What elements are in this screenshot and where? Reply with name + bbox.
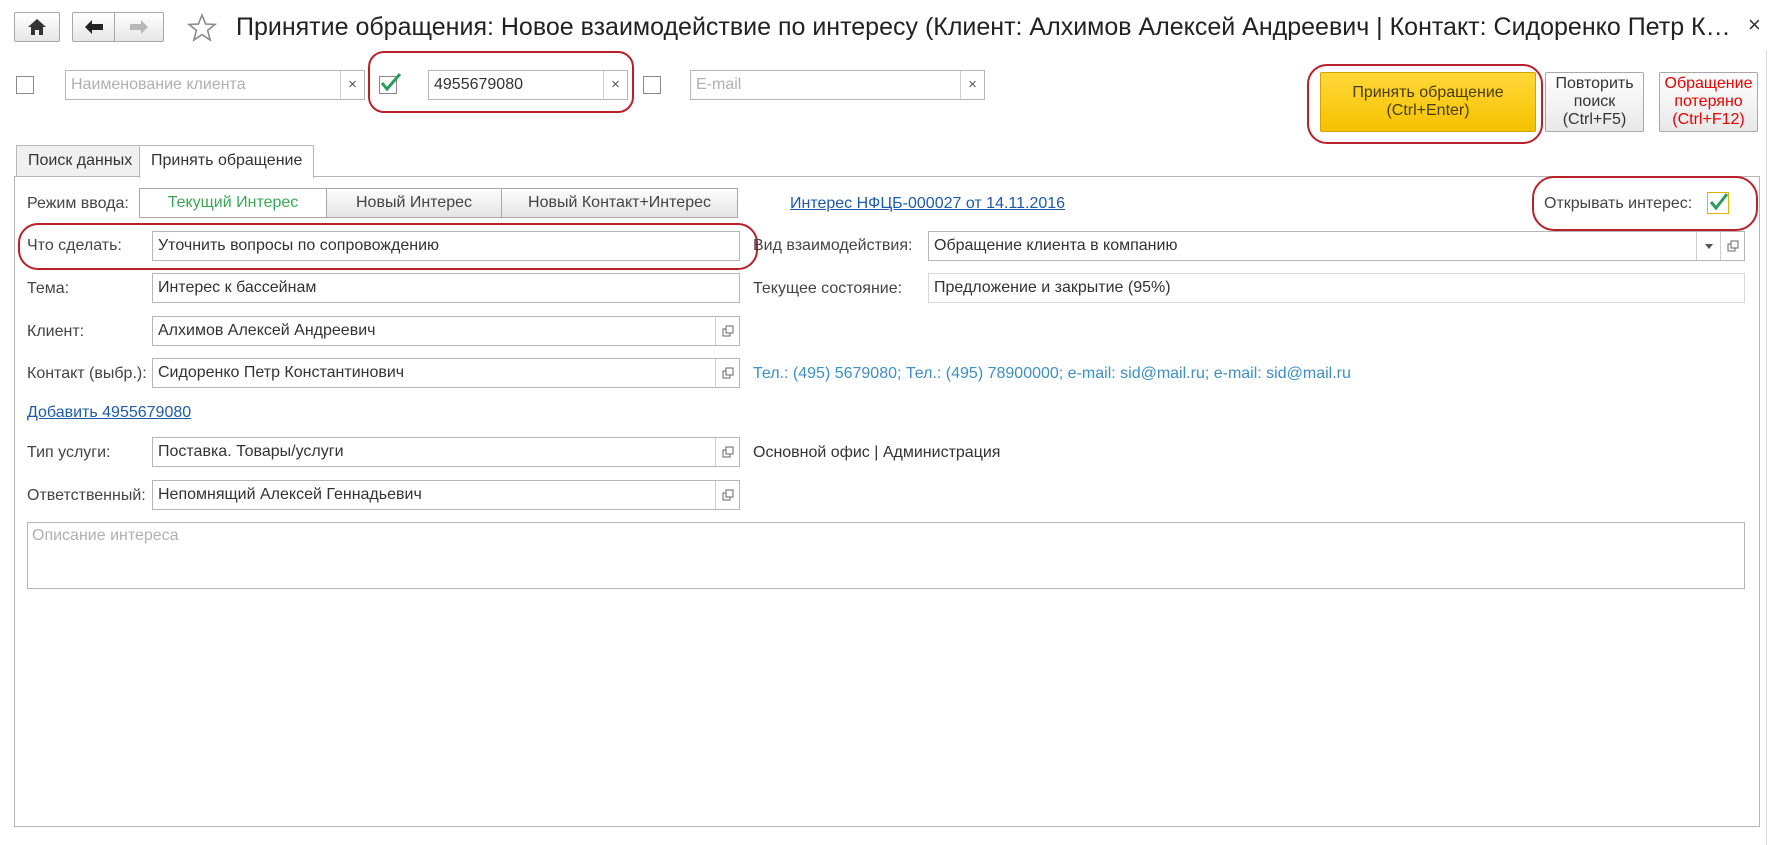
client-name-placeholder: Наименование клиента <box>71 76 246 93</box>
phone-checkbox[interactable] <box>379 73 402 94</box>
window-title: Принятие обращения: Новое взаимодействие… <box>236 13 1736 41</box>
responsible-input[interactable]: Непомнящий Алексей Геннадьевич <box>152 480 740 510</box>
interaction-type-label: Вид взаимодействия: <box>753 237 913 254</box>
accept-label-shortcut: (Ctrl+Enter) <box>1386 102 1470 119</box>
open-interest-checkbox[interactable] <box>1707 192 1729 214</box>
mode-current-interest-button[interactable]: Текущий Интерес <box>139 188 327 218</box>
repeat-label-3: (Ctrl+F5) <box>1562 111 1627 128</box>
lost-label-3: (Ctrl+F12) <box>1672 111 1745 128</box>
tab-search-data[interactable]: Поиск данных <box>16 145 145 177</box>
email-checkbox[interactable] <box>643 76 661 94</box>
accept-label-main: Принять обращение <box>1352 84 1504 101</box>
clear-client-name-icon[interactable]: × <box>340 71 364 99</box>
repeat-search-button[interactable]: Повторить поиск (Ctrl+F5) <box>1545 72 1644 132</box>
todo-label: Что сделать: <box>27 237 122 254</box>
service-type-value: Поставка. Товары/услуги <box>158 443 344 460</box>
topic-label: Тема: <box>27 280 70 297</box>
mode-new-interest-button[interactable]: Новый Интерес <box>326 188 502 218</box>
clear-email-icon[interactable]: × <box>960 71 984 99</box>
client-value: Алхимов Алексей Андреевич <box>158 322 376 339</box>
open-client-icon[interactable] <box>715 317 739 345</box>
todo-input[interactable]: Уточнить вопросы по сопровождению <box>152 231 740 261</box>
window-edge <box>1766 50 1767 845</box>
interaction-type-select[interactable]: Обращение клиента в компанию <box>928 231 1745 261</box>
checkmark-icon <box>1709 193 1729 211</box>
add-phone-link[interactable]: Добавить 4955679080 <box>27 403 191 423</box>
open-form-icon[interactable] <box>1720 232 1744 260</box>
back-button[interactable] <box>72 12 114 42</box>
arrow-left-icon <box>84 20 103 34</box>
state-label: Текущее состояние: <box>753 280 903 297</box>
contact-value: Сидоренко Петр Константинович <box>158 364 405 381</box>
tab-accept-request[interactable]: Принять обращение <box>139 145 315 178</box>
email-placeholder: E-mail <box>696 76 742 93</box>
open-service-type-icon[interactable] <box>715 438 739 466</box>
open-responsible-icon[interactable] <box>715 481 739 509</box>
interest-description-textarea[interactable]: Описание интереса <box>27 522 1745 589</box>
client-input[interactable]: Алхимов Алексей Андреевич <box>152 316 740 346</box>
lost-label-2: потеряно <box>1674 93 1743 110</box>
interest-link[interactable]: Интерес НФЦБ-000027 от 14.11.2016 <box>790 194 1065 214</box>
service-type-label: Тип услуги: <box>27 444 111 461</box>
home-icon <box>28 19 46 35</box>
repeat-label-2: поиск <box>1573 93 1616 110</box>
accept-request-button[interactable]: Принять обращение (Ctrl+Enter) <box>1320 72 1536 132</box>
client-label: Клиент: <box>27 323 85 340</box>
interaction-type-value: Обращение клиента в компанию <box>934 237 1178 254</box>
dropdown-icon[interactable] <box>1696 232 1720 260</box>
repeat-label-1: Повторить <box>1555 75 1634 92</box>
home-button[interactable] <box>14 12 60 42</box>
description-placeholder: Описание интереса <box>32 527 179 544</box>
client-name-checkbox[interactable] <box>16 76 34 94</box>
responsible-value: Непомнящий Алексей Геннадьевич <box>158 486 422 503</box>
phone-search-input[interactable]: 4955679080 × <box>428 70 628 100</box>
state-field: Предложение и закрытие (95%) <box>928 273 1745 303</box>
mode-label: Режим ввода: <box>27 195 129 212</box>
phone-value: 4955679080 <box>434 76 523 93</box>
responsible-label: Ответственный: <box>27 487 146 504</box>
close-icon[interactable]: × <box>1748 14 1761 36</box>
open-contact-icon[interactable] <box>715 359 739 387</box>
office-info: Основной офис | Администрация <box>753 444 1001 461</box>
clear-phone-icon[interactable]: × <box>603 71 627 99</box>
favorite-star-icon[interactable] <box>186 12 218 44</box>
forward-button[interactable] <box>114 12 164 42</box>
lost-label-1: Обращение <box>1664 75 1753 92</box>
topic-value: Интерес к бассейнам <box>158 279 317 296</box>
contact-input[interactable]: Сидоренко Петр Константинович <box>152 358 740 388</box>
arrow-right-icon <box>130 20 148 34</box>
open-interest-label: Открывать интерес: <box>1544 195 1693 212</box>
todo-value: Уточнить вопросы по сопровождению <box>158 237 439 254</box>
email-search-input[interactable]: E-mail × <box>690 70 985 100</box>
topic-input[interactable]: Интерес к бассейнам <box>152 273 740 303</box>
request-lost-button[interactable]: Обращение потеряно (Ctrl+F12) <box>1659 72 1758 132</box>
client-name-search-input[interactable]: Наименование клиента × <box>65 70 365 100</box>
contact-label: Контакт (выбр.): <box>27 365 147 382</box>
service-type-input[interactable]: Поставка. Товары/услуги <box>152 437 740 467</box>
contact-info: Тел.: (495) 5679080; Тел.: (495) 7890000… <box>753 365 1351 382</box>
checkmark-icon <box>380 73 402 92</box>
state-value: Предложение и закрытие (95%) <box>934 279 1171 296</box>
mode-new-contact-interest-button[interactable]: Новый Контакт+Интерес <box>501 188 738 218</box>
